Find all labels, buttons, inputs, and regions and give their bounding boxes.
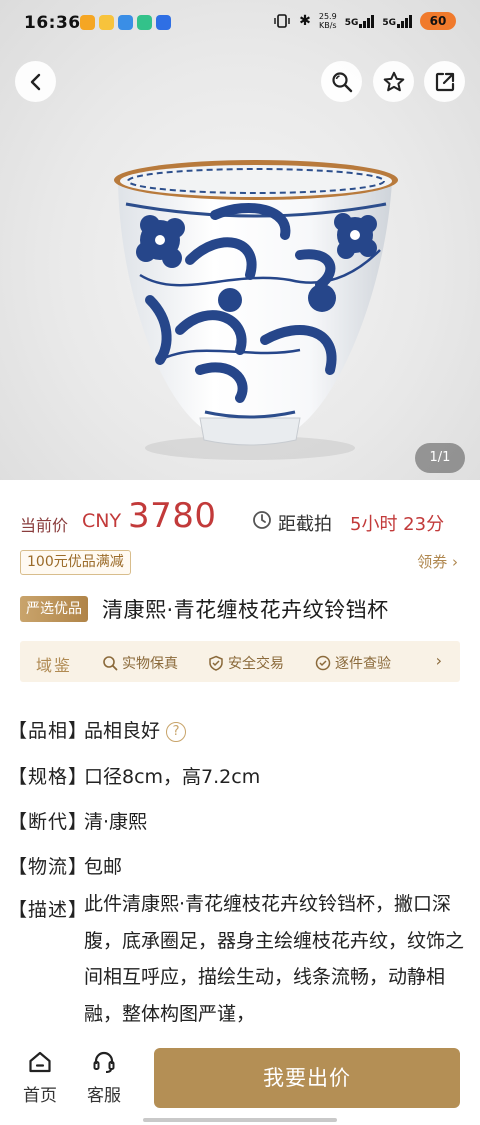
coupon-tag: 100元优品满减 bbox=[20, 550, 131, 575]
spec-value: 口径8cm，高7.2cm bbox=[84, 766, 261, 788]
star-icon bbox=[383, 71, 404, 91]
share-icon bbox=[435, 72, 454, 91]
headset-icon bbox=[93, 1051, 115, 1073]
tab-home[interactable]: 首页 bbox=[18, 1049, 62, 1106]
status-time: 16:36 bbox=[24, 13, 81, 33]
app-notification-icon bbox=[80, 15, 95, 30]
app-notification-icon bbox=[156, 15, 171, 30]
status-bar: 16:36 ✱ 25.9 KB/s 5G 5G 60 bbox=[0, 0, 480, 48]
network-speed: 25.9 KB/s bbox=[319, 12, 337, 30]
spec-size: 【规格】 口径8cm，高7.2cm bbox=[8, 762, 260, 789]
get-coupon-label: 领券 bbox=[417, 553, 448, 571]
spec-dating: 【断代】 清·康熙 bbox=[8, 807, 147, 834]
signal-indicator-1: 5G bbox=[344, 14, 375, 28]
spec-value: 包邮 bbox=[84, 856, 123, 878]
description-text: 此件清康熙·青花缠枝花卉纹铃铛杯，撇口深腹，底承圈足，器身主绘缠枝花卉纹，纹饰之… bbox=[84, 893, 465, 1025]
guarantee-brand: 域鉴 bbox=[36, 656, 73, 675]
spec-description: 【描述】 此件清康熙·青花缠枝花卉纹铃铛杯，撇口深腹，底承圈足，器身主绘缠枝花卉… bbox=[8, 893, 466, 1032]
app-notification-icon bbox=[118, 15, 133, 30]
home-indicator[interactable] bbox=[143, 1118, 337, 1122]
signal-label: 5G bbox=[382, 17, 396, 28]
share-button[interactable] bbox=[424, 61, 465, 102]
signal-label: 5G bbox=[344, 17, 359, 28]
search-button[interactable] bbox=[321, 61, 362, 102]
notification-icons bbox=[80, 15, 171, 30]
spec-value: 清·康熙 bbox=[84, 811, 148, 833]
product-title: 清康熙·青花缠枝花卉纹铃铛杯 bbox=[102, 598, 389, 622]
spec-key: 【规格】 bbox=[8, 766, 89, 788]
current-price: 3780 bbox=[128, 496, 217, 536]
guarantee-strip[interactable]: 域鉴 实物保真 安全交易 逐件查验 › bbox=[20, 641, 460, 682]
search-icon bbox=[331, 71, 352, 92]
system-indicators: ✱ 25.9 KB/s 5G 5G 60 bbox=[273, 12, 456, 30]
spec-key: 【品相】 bbox=[8, 720, 89, 742]
get-coupon-link[interactable]: 领券 › bbox=[417, 551, 458, 572]
vibrate-icon bbox=[274, 14, 290, 28]
selected-badge: 严选优品 bbox=[20, 596, 88, 622]
countdown-label: 距截拍 bbox=[278, 514, 332, 535]
help-icon[interactable]: ? bbox=[166, 722, 187, 742]
tab-customer-service[interactable]: 客服 bbox=[82, 1049, 126, 1106]
spec-shipping: 【物流】 包邮 bbox=[8, 852, 122, 879]
place-bid-button[interactable]: 我要出价 bbox=[154, 1048, 460, 1108]
product-image[interactable]: 16:36 ✱ 25.9 KB/s 5G 5G 60 1/1 bbox=[0, 0, 480, 480]
check-circle-icon bbox=[315, 655, 331, 671]
spec-value-text: 品相良好 bbox=[84, 720, 161, 742]
price-section: 当前价 CNY 3780 距截拍 5小时 23分 bbox=[0, 490, 480, 546]
guarantee-inspection-label: 逐件查验 bbox=[335, 656, 391, 672]
network-speed-unit: KB/s bbox=[318, 21, 337, 30]
chevron-right-icon: › bbox=[452, 553, 458, 571]
back-button[interactable] bbox=[15, 61, 56, 102]
spec-key: 【断代】 bbox=[8, 811, 89, 833]
image-counter: 1/1 bbox=[415, 443, 465, 473]
spec-key: 【物流】 bbox=[8, 856, 89, 878]
magnifier-icon bbox=[103, 656, 118, 671]
auction-countdown: 5小时 23分 bbox=[350, 514, 445, 535]
guarantee-inspection: 逐件查验 bbox=[315, 653, 391, 673]
clock-icon bbox=[253, 511, 271, 529]
guarantee-safe-trade: 安全交易 bbox=[208, 653, 284, 673]
app-notification-icon bbox=[137, 15, 152, 30]
guarantee-authentic: 实物保真 bbox=[102, 653, 178, 673]
bottom-action-bar: 首页 客服 我要出价 bbox=[0, 1042, 480, 1125]
spec-value: 品相良好? bbox=[84, 716, 187, 743]
tab-customer-service-label: 客服 bbox=[87, 1086, 121, 1106]
home-icon bbox=[29, 1051, 51, 1073]
back-arrow-icon bbox=[30, 73, 40, 90]
tab-home-label: 首页 bbox=[23, 1086, 57, 1106]
signal-indicator-2: 5G bbox=[382, 14, 412, 28]
spec-condition: 【品相】 品相良好? bbox=[8, 716, 187, 743]
chevron-right-icon: › bbox=[435, 651, 442, 670]
network-speed-value: 25.9 bbox=[318, 12, 337, 21]
guarantee-authentic-label: 实物保真 bbox=[122, 656, 178, 672]
price-currency: CNY bbox=[82, 510, 122, 532]
battery-indicator: 60 bbox=[420, 12, 456, 30]
app-notification-icon bbox=[99, 15, 114, 30]
favorite-button[interactable] bbox=[373, 61, 414, 102]
bluetooth-icon: ✱ bbox=[299, 13, 311, 29]
shield-check-icon bbox=[209, 655, 223, 671]
guarantee-safe-trade-label: 安全交易 bbox=[228, 656, 284, 672]
price-label: 当前价 bbox=[20, 516, 69, 535]
spec-key: 【描述】 bbox=[8, 899, 89, 921]
